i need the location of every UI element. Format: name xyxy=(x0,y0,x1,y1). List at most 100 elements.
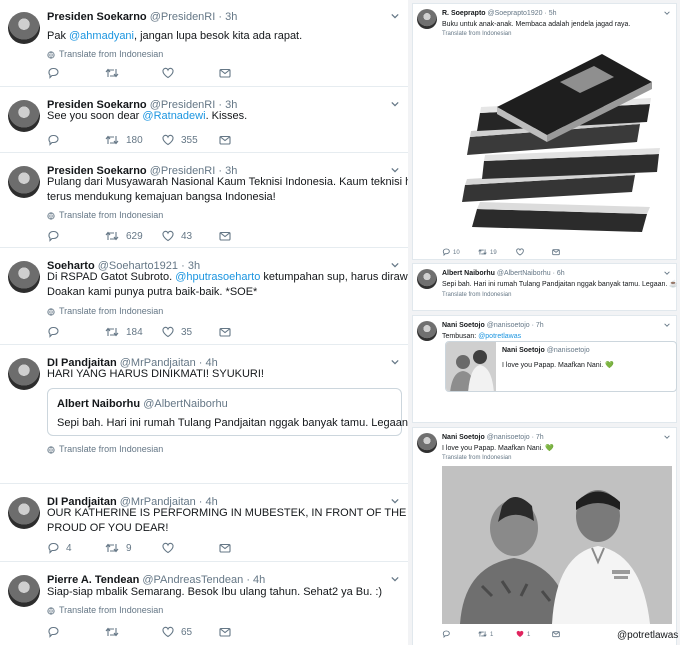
mention-link[interactable]: @ahmadyani xyxy=(69,30,134,42)
avatar[interactable] xyxy=(8,166,40,198)
translate-link[interactable]: Translate from Indonesian xyxy=(47,210,163,220)
chevron-down-icon[interactable] xyxy=(391,358,399,366)
chevron-down-icon[interactable] xyxy=(391,497,399,505)
mention-link[interactable]: @potretlawas xyxy=(478,333,521,340)
message-button[interactable] xyxy=(219,626,238,640)
like-button[interactable]: 65 xyxy=(162,626,192,640)
chevron-down-icon[interactable] xyxy=(664,434,670,440)
like-button[interactable]: 1 xyxy=(516,630,530,638)
reply-button[interactable] xyxy=(47,626,66,640)
translate-label[interactable]: Translate from Indonesian xyxy=(59,49,163,59)
like-button[interactable]: 355 xyxy=(162,134,198,148)
avatar[interactable] xyxy=(8,100,40,132)
retweet-button[interactable]: 9 xyxy=(105,542,132,556)
like-button[interactable] xyxy=(162,67,181,81)
author-handle[interactable]: @nanisoetojo xyxy=(487,434,530,441)
tweet[interactable]: Soeharto @Soeharto1921 · 3h Di RSPAD Gat… xyxy=(0,249,420,345)
translate-link[interactable]: Translate from Indonesian xyxy=(47,49,163,59)
tweet-card[interactable]: Nani Soetojo @nanisoetojo · 7h Tembusan:… xyxy=(412,315,677,423)
avatar[interactable] xyxy=(417,321,437,341)
translate-label[interactable]: Translate from Indonesian xyxy=(442,455,511,461)
retweet-button[interactable] xyxy=(105,626,126,640)
tweet-card[interactable]: R. Soeprapto @Soeprapto1920 · 5h Buku un… xyxy=(412,3,677,260)
chevron-down-icon[interactable] xyxy=(391,100,399,108)
translate-label[interactable]: Translate from Indonesian xyxy=(59,306,163,316)
reply-button[interactable] xyxy=(47,134,66,148)
reply-button[interactable] xyxy=(47,326,66,340)
like-button[interactable] xyxy=(516,248,527,256)
translate-label[interactable]: Translate from Indonesian xyxy=(59,605,163,615)
translate-label[interactable]: Translate from Indonesian xyxy=(59,210,163,220)
avatar[interactable] xyxy=(8,12,40,44)
message-button[interactable] xyxy=(219,326,238,340)
avatar[interactable] xyxy=(8,497,40,529)
author-name[interactable]: Presiden Soekarno xyxy=(47,11,147,23)
message-button[interactable] xyxy=(552,248,563,256)
chevron-down-icon[interactable] xyxy=(391,261,399,269)
author-name[interactable]: Nani Soetojo xyxy=(442,434,485,441)
translate-link[interactable]: Translate from Indonesian xyxy=(47,444,163,454)
avatar[interactable] xyxy=(8,261,40,293)
translate-link[interactable]: Translate from Indonesian xyxy=(442,455,511,461)
avatar[interactable] xyxy=(417,269,437,289)
like-button[interactable]: 43 xyxy=(162,230,192,244)
tweet[interactable]: Pierre A. Tendean @PAndreasTendean · 4h … xyxy=(0,563,408,645)
retweet-button[interactable] xyxy=(105,67,126,81)
retweet-button[interactable]: 180 xyxy=(105,134,143,148)
like-button[interactable] xyxy=(162,542,181,556)
retweet-button[interactable]: 629 xyxy=(105,230,143,244)
chevron-down-icon[interactable] xyxy=(664,10,670,16)
reply-button[interactable] xyxy=(47,67,66,81)
translate-link[interactable]: Translate from Indonesian xyxy=(442,31,511,37)
tweet-card[interactable]: Nani Soetojo @nanisoetojo · 7h I love yo… xyxy=(412,427,677,645)
translate-label[interactable]: Translate from Indonesian xyxy=(442,292,511,298)
timestamp[interactable]: 5h xyxy=(549,10,557,17)
mention-link[interactable]: @hputrasoeharto xyxy=(175,271,260,283)
message-button[interactable] xyxy=(219,542,238,556)
quoted-tweet[interactable]: Nani Soetojo @nanisoetojo I love you Pap… xyxy=(445,341,677,392)
reply-button[interactable]: 4 xyxy=(47,542,72,556)
tweet[interactable]: Presiden Soekarno @PresidenRI · 3h Pak @… xyxy=(0,0,408,87)
author-handle[interactable]: @nanisoetojo xyxy=(487,322,530,329)
like-button[interactable]: 35 xyxy=(162,326,192,340)
retweet-button[interactable]: 19 xyxy=(478,248,497,256)
tweet[interactable]: DI Pandjaitan @MrPandjaitan · 4h OUR KAT… xyxy=(0,485,474,562)
quoted-tweet[interactable]: Albert Naiborhu @AlbertNaiborhu Sepi bah… xyxy=(47,388,428,436)
translate-label[interactable]: Translate from Indonesian xyxy=(442,31,511,37)
author-name[interactable]: Nani Soetojo xyxy=(442,322,485,329)
chevron-down-icon[interactable] xyxy=(664,270,670,276)
chevron-down-icon[interactable] xyxy=(664,322,670,328)
author-name[interactable]: R. Soeprapto xyxy=(442,10,486,17)
retweet-button[interactable]: 184 xyxy=(105,326,143,340)
avatar[interactable] xyxy=(417,9,437,29)
timestamp[interactable]: 3h xyxy=(225,11,237,23)
couple-photo[interactable] xyxy=(442,466,672,624)
translate-label[interactable]: Translate from Indonesian xyxy=(59,444,163,454)
reply-button[interactable] xyxy=(47,230,66,244)
reply-button[interactable]: 10 xyxy=(442,248,460,257)
message-button[interactable] xyxy=(219,67,238,81)
reply-button[interactable] xyxy=(442,630,453,639)
tweet[interactable]: Presiden Soekarno @PresidenRI · 3h See y… xyxy=(0,88,408,153)
avatar[interactable] xyxy=(417,433,437,453)
timestamp[interactable]: 6h xyxy=(557,270,565,277)
couple-photo-thumbnail[interactable] xyxy=(446,342,496,392)
message-button[interactable] xyxy=(219,230,238,244)
author-handle[interactable]: @Soeprapto1920 xyxy=(488,10,543,17)
message-button[interactable] xyxy=(552,630,563,638)
mention-link[interactable]: @Ratnadewi xyxy=(142,110,205,122)
avatar[interactable] xyxy=(8,575,40,607)
translate-link[interactable]: Translate from Indonesian xyxy=(47,605,163,615)
avatar[interactable] xyxy=(8,358,40,390)
message-button[interactable] xyxy=(219,134,238,148)
timestamp[interactable]: 7h xyxy=(536,434,544,441)
tweet[interactable]: Presiden Soekarno @PresidenRI · 3h Pulan… xyxy=(0,154,433,248)
timestamp[interactable]: 7h xyxy=(536,322,544,329)
chevron-down-icon[interactable] xyxy=(391,12,399,20)
chevron-down-icon[interactable] xyxy=(391,575,399,583)
quoted-author[interactable]: Albert Naiborhu @AlbertNaiborhu xyxy=(57,398,228,410)
tweet-card[interactable]: Albert Naiborhu @AlbertNaiborhu · 6h Sep… xyxy=(412,263,678,311)
retweet-button[interactable]: 1 xyxy=(478,630,493,638)
author-handle[interactable]: @AlbertNaiborhu xyxy=(497,270,551,277)
translate-link[interactable]: Translate from Indonesian xyxy=(442,292,511,298)
